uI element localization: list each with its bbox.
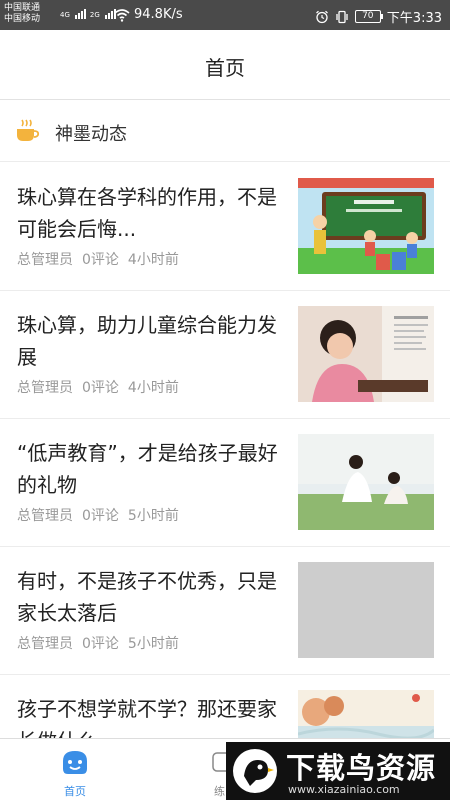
girl-abacus-photo [298, 306, 434, 402]
page-title: 首页 [205, 56, 245, 80]
news-meta: 总管理员 0评论 5小时前 [17, 505, 179, 525]
signal-indicators: 4G 2G [60, 9, 116, 19]
watermark-banner: 下载鸟资源 www.xiazainiao.com [226, 742, 450, 800]
carrier-1-label: 中国联通 [4, 3, 41, 13]
battery-icon: 70 [354, 10, 383, 23]
news-title: 有时，不是孩子不优秀，只是家长太落后 [17, 569, 277, 625]
network-type-1: 4G [60, 11, 70, 19]
news-title: 珠心算在各学科的作用，不是可能会后悔... [17, 185, 277, 241]
news-time: 4小时前 [127, 380, 179, 396]
news-author: 总管理员 [17, 508, 73, 524]
news-time: 5小时前 [127, 508, 179, 524]
watermark-url: www.xiazainiao.com [288, 783, 400, 796]
network-type-2: 2G [89, 11, 100, 19]
news-item[interactable]: 有时，不是孩子不优秀，只是家长太落后 总管理员 0评论 5小时前 [0, 547, 450, 675]
alarm-icon [315, 10, 328, 23]
tab-practice-label: 练 [214, 785, 225, 798]
news-meta: 总管理员 0评论 5小时前 [17, 633, 179, 653]
news-author: 总管理员 [17, 380, 73, 396]
network-speed: 94.8K/s [134, 7, 183, 22]
news-time: 5小时前 [127, 636, 179, 652]
news-title: 珠心算，助力儿童综合能力发展 [17, 313, 277, 369]
watermark-title: 下载鸟资源 [286, 751, 437, 785]
coffee-cup-icon [17, 119, 40, 141]
tab-home-label: 首页 [64, 785, 86, 798]
news-time: 4小时前 [127, 252, 179, 268]
nav-bar: 首页 [0, 30, 450, 100]
news-item[interactable]: 珠心算在各学科的作用，不是可能会后悔... 总管理员 0评论 4小时前 [0, 163, 450, 291]
carrier-2-label: 中国移动 [4, 14, 41, 24]
news-comments: 0评论 [82, 252, 119, 268]
placeholder-image [298, 562, 434, 658]
news-author: 总管理员 [17, 636, 73, 652]
home-icon [63, 751, 87, 774]
news-comments: 0评论 [82, 380, 119, 396]
vibrate-icon [336, 10, 348, 23]
wifi-icon [114, 9, 130, 22]
status-bar: 中国联通 中国移动 4G 2G 94.8K/s 70 下午3:33 [0, 0, 450, 30]
status-right: 70 下午3:33 [315, 7, 442, 26]
clock: 下午3:33 [386, 11, 442, 26]
news-item[interactable]: 珠心算，助力儿童综合能力发展 总管理员 0评论 4小时前 [0, 291, 450, 419]
news-comments: 0评论 [82, 508, 119, 524]
news-meta: 总管理员 0评论 4小时前 [17, 377, 179, 397]
mother-child-photo [298, 434, 434, 530]
signal-1-icon [74, 9, 86, 19]
bird-logo-icon [233, 749, 277, 793]
news-list: 珠心算在各学科的作用，不是可能会后悔... 总管理员 0评论 4小时前 珠心算，… [0, 163, 450, 800]
news-meta: 总管理员 0评论 4小时前 [17, 249, 179, 269]
news-comments: 0评论 [82, 636, 119, 652]
section-header: 神墨动态 [0, 100, 450, 162]
classroom-cartoon-image [298, 178, 434, 274]
carrier-info: 中国联通 中国移动 [4, 3, 40, 25]
news-author: 总管理员 [17, 252, 73, 268]
news-title: “低声教育”，才是给孩子最好的礼物 [17, 441, 278, 497]
section-title: 神墨动态 [55, 124, 127, 145]
tab-home[interactable]: 首页 [0, 739, 150, 800]
news-item[interactable]: “低声教育”，才是给孩子最好的礼物 总管理员 0评论 5小时前 [0, 419, 450, 547]
